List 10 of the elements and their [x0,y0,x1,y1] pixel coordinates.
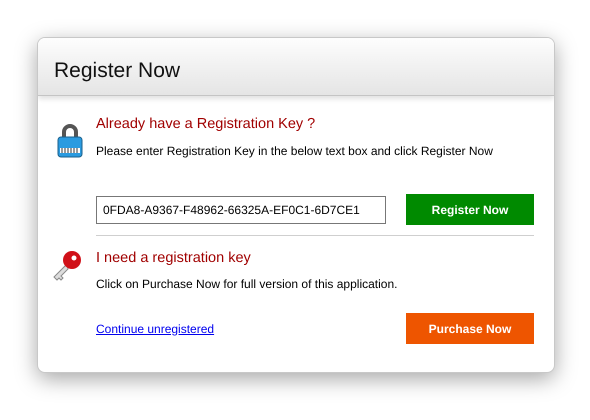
window-title: Register Now [54,58,180,82]
instruction-text: Please enter Registration Key in the below text box and click Register Now [96,144,494,158]
instruction-text: Click on Purchase Now for full version of this application. [96,277,398,291]
purchase-now-button[interactable]: Purchase Now [406,313,534,344]
section-heading: I need a registration key [96,250,252,266]
registration-key-field[interactable]: 0FDA8-A9367-F48962-66325A-EF0C1-6D7CE1 [96,196,386,224]
section-heading: Already have a Registration Key ? [96,116,316,132]
register-now-button[interactable]: Register Now [406,194,534,225]
continue-unregistered-link[interactable]: Continue unregistered [96,322,214,336]
padlock-icon [56,122,84,158]
